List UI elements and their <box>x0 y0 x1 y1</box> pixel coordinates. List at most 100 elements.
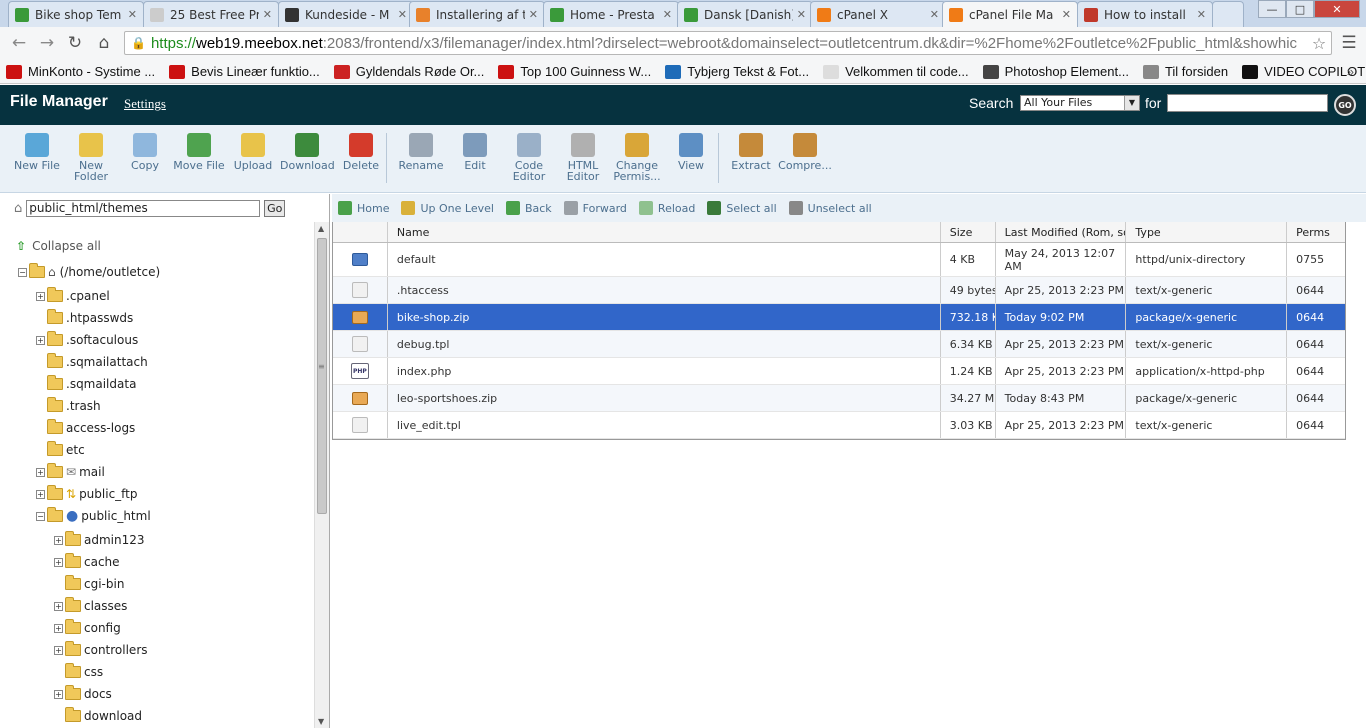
tree-item[interactable]: + .cpanel <box>36 286 110 306</box>
toolbar-new-folder-button[interactable]: New Folder <box>64 133 118 182</box>
nav-select-all-button[interactable]: Select all <box>707 201 777 215</box>
expand-icon[interactable]: + <box>36 489 45 499</box>
bookmark-star-icon[interactable]: ☆ <box>1308 32 1330 54</box>
tree-scrollbar[interactable]: ▲ ≡ ▼ <box>314 222 329 728</box>
tree-item[interactable]: + .softaculous <box>36 330 138 350</box>
tree-item[interactable]: cgi-bin <box>54 574 124 594</box>
bookmark-item[interactable]: Bevis Lineær funktio... <box>169 64 320 79</box>
toolbar-edit-button[interactable]: Edit <box>448 133 502 171</box>
nav-reload-button[interactable]: Reload <box>638 201 695 215</box>
toolbar-compre-button[interactable]: Compre... <box>778 133 832 171</box>
tree-item[interactable]: download <box>54 706 142 726</box>
search-go-button[interactable]: GO <box>1334 94 1356 116</box>
tree-item[interactable]: .sqmaildata <box>36 374 136 394</box>
file-row[interactable]: live_edit.tpl 3.03 KB Apr 25, 2013 2:23 PM… <box>333 412 1345 439</box>
tab-7[interactable]: cPanel File Ma ✕ <box>942 1 1078 27</box>
toolbar-extract-button[interactable]: Extract <box>724 133 778 171</box>
file-row[interactable]: leo-sportshoes.zip34.27 MBToday 8:43 PMp… <box>333 385 1345 412</box>
toolbar-delete-button[interactable]: Delete <box>334 133 388 171</box>
tab-close-icon[interactable]: ✕ <box>263 8 272 21</box>
new-tab-button[interactable] <box>1212 1 1244 27</box>
tab-close-icon[interactable]: ✕ <box>930 8 939 21</box>
tab-close-icon[interactable]: ✕ <box>398 8 407 21</box>
tree-item[interactable]: + docs <box>54 684 112 704</box>
size-column-header[interactable]: Size <box>941 222 996 242</box>
tree-item[interactable]: css <box>54 662 103 682</box>
file-row[interactable]: debug.tpl 6.34 KB Apr 25, 2013 2:23 PM text… <box>333 331 1345 358</box>
bookmark-item[interactable]: Til forsiden <box>1142 64 1228 79</box>
modified-column-header[interactable]: Last Modified (Rom, som <box>996 222 1127 242</box>
tab-5[interactable]: Dansk [Danish] ✕ <box>677 1 813 27</box>
expand-icon[interactable]: + <box>54 601 63 611</box>
expand-icon[interactable]: + <box>54 557 63 567</box>
menu-icon[interactable]: ☰ <box>1338 32 1360 54</box>
nav-unselect-all-button[interactable]: Unselect all <box>788 201 872 215</box>
minimize-button[interactable]: — <box>1258 0 1286 18</box>
settings-link[interactable]: Settings <box>124 96 166 112</box>
expand-icon[interactable]: + <box>36 335 45 345</box>
tree-item[interactable]: + cache <box>54 552 120 572</box>
toolbar-upload-button[interactable]: Upload <box>226 133 280 171</box>
scroll-up-icon[interactable]: ▲ <box>318 224 324 233</box>
nav-forward-button[interactable]: Forward <box>563 201 627 215</box>
tree-item[interactable]: + admin123 <box>54 530 145 550</box>
tree-item[interactable]: .sqmailattach <box>36 352 148 372</box>
tab-1[interactable]: 25 Best Free Pr ✕ <box>143 1 279 27</box>
path-input[interactable]: public_html/themes <box>26 200 261 217</box>
nav-up-one-level-button[interactable]: Up One Level <box>401 201 494 215</box>
file-row[interactable]: .htaccess 49 bytes Apr 25, 2013 2:23 PM tex… <box>333 277 1345 304</box>
file-row[interactable]: default 4 KB May 24, 2013 12:07 AM httpd/un… <box>333 243 1345 277</box>
expand-icon[interactable]: + <box>54 535 63 545</box>
tab-0[interactable]: Bike shop Tem ✕ <box>8 1 144 27</box>
tree-item[interactable]: .trash <box>36 396 101 416</box>
tree-item[interactable]: + ✉ mail <box>36 462 105 482</box>
scroll-thumb[interactable] <box>317 238 327 514</box>
tab-2[interactable]: Kundeside - M ✕ <box>278 1 414 27</box>
type-column-header[interactable]: Type <box>1126 222 1288 242</box>
back-icon[interactable]: ← <box>8 32 30 54</box>
tab-3[interactable]: Installering af t ✕ <box>409 1 545 27</box>
tree-item[interactable]: + ⇅ public_ftp <box>36 484 138 504</box>
forward-icon[interactable]: → <box>36 32 58 54</box>
tree-item[interactable]: − ● public_html <box>36 506 151 526</box>
collapse-icon[interactable]: − <box>36 511 45 521</box>
tab-close-icon[interactable]: ✕ <box>128 8 137 21</box>
toolbar-html-editor-button[interactable]: HTML Editor <box>556 133 610 182</box>
collapse-icon[interactable]: − <box>18 267 27 277</box>
toolbar-change-permis-button[interactable]: Change Permis... <box>610 133 664 182</box>
tab-close-icon[interactable]: ✕ <box>797 8 806 21</box>
search-input[interactable] <box>1167 94 1328 112</box>
url-input[interactable]: 🔒 https://web19.meebox.net:2083/frontend… <box>124 31 1332 55</box>
home-icon[interactable]: ⌂ <box>93 32 115 54</box>
toolbar-code-editor-button[interactable]: Code Editor <box>502 133 556 182</box>
path-go-button[interactable]: Go <box>264 200 286 217</box>
perms-column-header[interactable]: Perms <box>1287 222 1345 242</box>
tree-item[interactable]: access-logs <box>36 418 135 438</box>
nav-back-button[interactable]: Back <box>505 201 552 215</box>
tab-6[interactable]: cPanel X ✕ <box>810 1 946 27</box>
close-window-button[interactable]: ✕ <box>1314 0 1360 18</box>
toolbar-copy-button[interactable]: Copy <box>118 133 172 171</box>
tree-item[interactable]: etc <box>36 440 85 460</box>
search-scope-select[interactable]: All Your Files ▼ <box>1020 95 1140 111</box>
bookmark-item[interactable]: Gyldendals Røde Or... <box>333 64 484 79</box>
tab-close-icon[interactable]: ✕ <box>1062 8 1071 21</box>
tab-close-icon[interactable]: ✕ <box>529 8 538 21</box>
scroll-down-icon[interactable]: ▼ <box>318 717 324 726</box>
bookmark-item[interactable]: Photoshop Element... <box>982 64 1129 79</box>
expand-icon[interactable]: + <box>54 689 63 699</box>
expand-icon[interactable]: + <box>36 291 45 301</box>
bookmark-item[interactable]: Top 100 Guinness W... <box>498 64 651 79</box>
toolbar-rename-button[interactable]: Rename <box>394 133 448 171</box>
name-column-header[interactable]: Name <box>388 222 941 242</box>
tree-item[interactable]: + classes <box>54 596 127 616</box>
expand-icon[interactable]: + <box>54 645 63 655</box>
tab-close-icon[interactable]: ✕ <box>1197 8 1206 21</box>
toolbar-download-button[interactable]: Download <box>280 133 335 171</box>
toolbar-move-file-button[interactable]: Move File <box>172 133 226 171</box>
tab-8[interactable]: How to install ✕ <box>1077 1 1213 27</box>
collapse-all-link[interactable]: ⇧ Collapse all <box>16 239 101 253</box>
reload-icon[interactable]: ↻ <box>64 32 86 54</box>
expand-icon[interactable]: + <box>54 623 63 633</box>
tree-root[interactable]: − ⌂ (/home/outletce) <box>18 262 160 282</box>
